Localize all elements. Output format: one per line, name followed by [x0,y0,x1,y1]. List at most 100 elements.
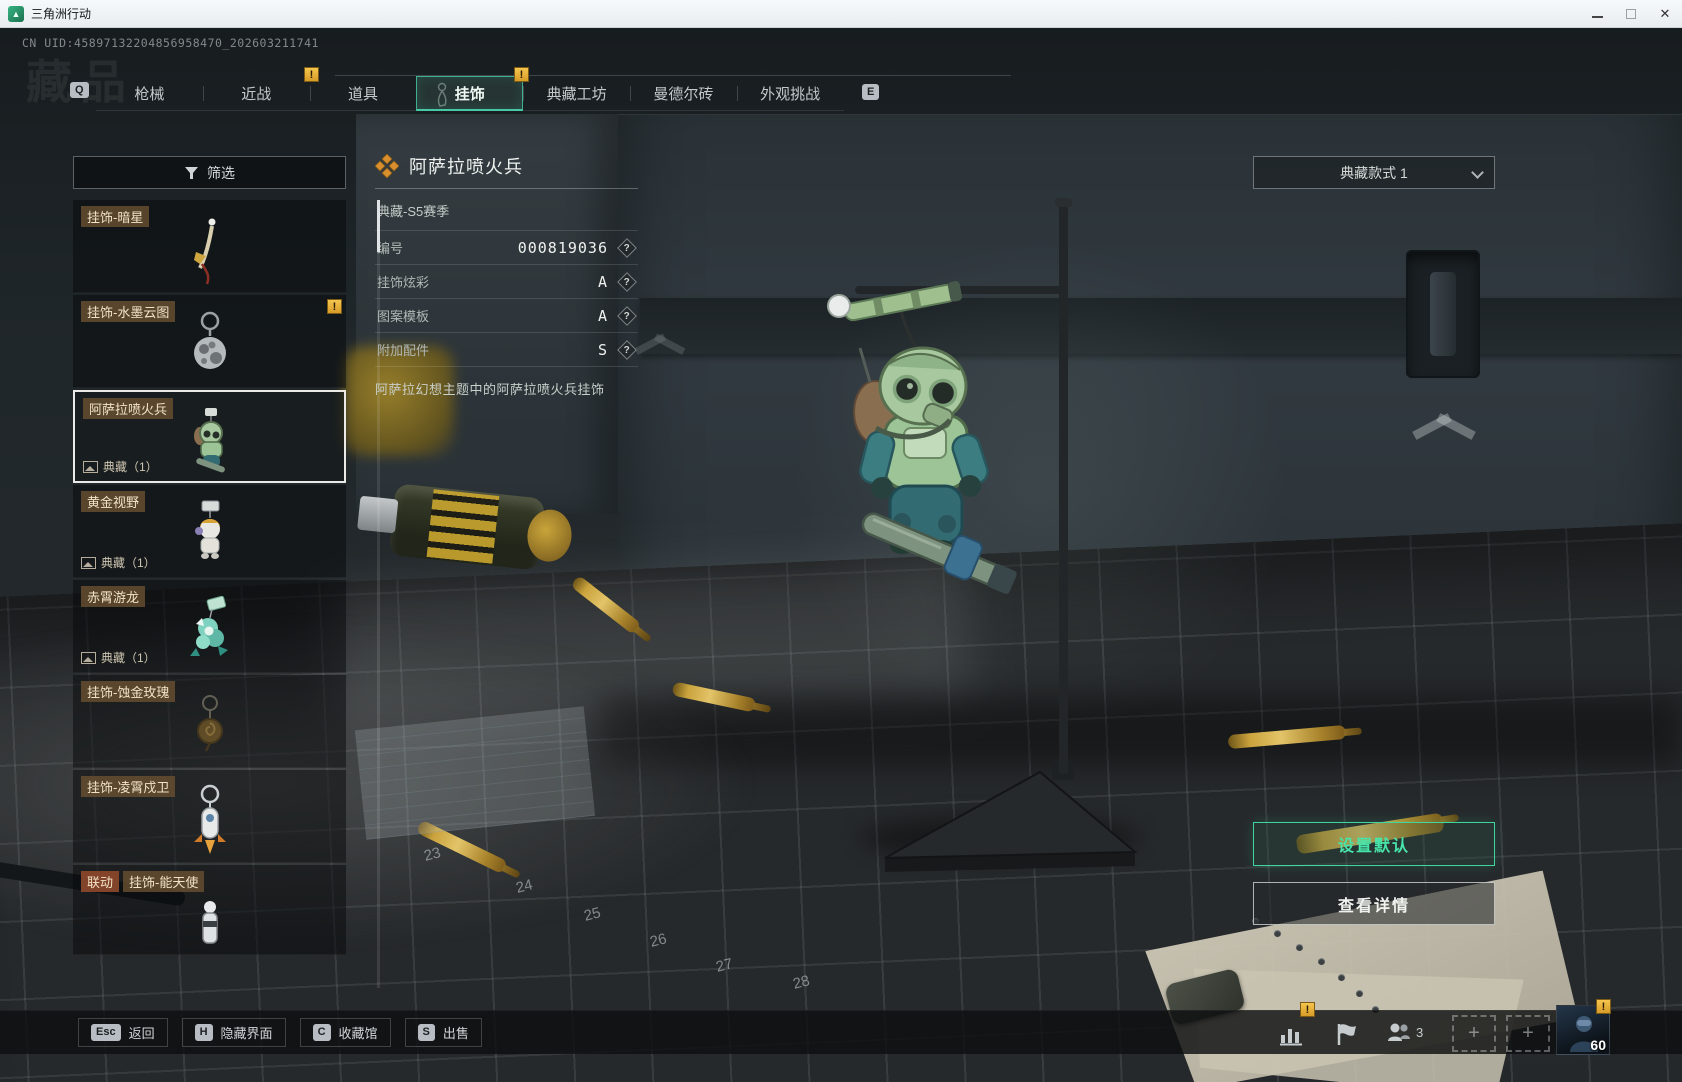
mat-number: 26 [648,930,669,951]
maximize-icon [1626,8,1636,19]
tab-weapons[interactable]: 枪械 [96,76,203,111]
charm-thumbnail [193,311,226,369]
season-label: 典藏-S5赛季 [375,189,638,231]
filter-button[interactable]: 筛选 [73,156,346,189]
alert-badge: ! [1596,999,1611,1014]
back-hint[interactable]: Esc 返回 [78,1018,168,1047]
sell-hint[interactable]: S 出售 [404,1018,482,1047]
charm-thumbnail [193,784,226,854]
tab-appearance-challenge[interactable]: 外观挑战 [736,76,844,111]
collection-style-dropdown[interactable]: 典藏款式 1 [1253,156,1495,189]
alert-badge: ! [514,67,529,82]
bullet-graphic [671,681,757,713]
maximize-button[interactable] [1614,0,1648,27]
bullet-graphic [570,574,642,636]
minimize-icon [1591,15,1603,18]
player-level: 60 [1590,1037,1606,1053]
tab-melee[interactable]: 近战 [202,76,310,111]
collection-grade-icon [375,154,399,178]
bullet-graphic [1227,724,1347,750]
help-icon[interactable]: ? [617,305,637,326]
crate-right-graphic [618,114,1682,762]
charm-thumbnail [194,500,220,559]
picture-icon [83,460,98,473]
filter-icon [185,166,198,179]
charm-thumbnail [196,695,223,752]
minimize-button[interactable] [1580,0,1614,27]
list-item-dark-star[interactable]: 挂饰-暗星 [73,200,346,293]
people-icon [1388,1023,1410,1041]
bottle-graphic [348,469,575,583]
chevron-down-icon [1471,166,1484,179]
detail-row-serial: 编号 000819036 ? [375,231,638,265]
alert-badge: ! [327,299,342,314]
charm-thumbnail [189,595,228,656]
close-button[interactable]: ✕ [1648,0,1682,27]
charm-list: 挂饰-暗星 挂饰-水墨云图 ! 阿萨拉喷火兵 典藏（1） 黄金视野 典藏（1） … [73,200,346,988]
app-logo-icon: ▲ [8,5,24,22]
tab-mandel-bricks[interactable]: 曼德尔砖 [629,76,737,111]
detail-row-pattern: 图案模板 A ? [375,299,638,333]
category-tabs: 枪械 近战 道具 挂饰 典藏工坊 曼德尔砖 外观挑战 [96,76,844,111]
crate-chevron-mark [1412,410,1476,440]
bottom-bar: Esc 返回 H 隐藏界面 C 收藏馆 S 出售 ! 3 + + 60 ! [0,999,1682,1055]
list-item-crimson-dragon[interactable]: 赤霄游龙 典藏（1） [73,580,346,673]
tab-prev-key-hint: Q [70,82,89,99]
list-item-golden-vision[interactable]: 黄金视野 典藏（1） [73,485,346,578]
sidebar-scrollbar-thumb[interactable] [377,200,380,252]
flag-icon[interactable] [1334,1021,1360,1047]
picture-icon [81,556,96,569]
alert-badge: ! [1300,1002,1315,1017]
window-title: 三角洲行动 [31,7,92,21]
mat-number: 24 [514,876,535,897]
mat-number: 28 [791,972,812,993]
set-default-button[interactable]: 设置默认 [1253,822,1495,866]
key-hints: Esc 返回 H 隐藏界面 C 收藏馆 S 出售 [78,1018,482,1047]
charm-icon [438,82,447,107]
game-viewport: 23 24 25 26 27 28 CN UID:458971322048569… [0,28,1682,1082]
list-item-gilded-rose[interactable]: 挂饰-蚀金玫瑰 [73,675,346,768]
social-count: 3 [1416,1024,1424,1040]
tab-collection-workshop[interactable]: 典藏工坊 [523,76,630,111]
hide-ui-hint[interactable]: H 隐藏界面 [181,1018,286,1047]
list-item-asala-flametrooper-selected[interactable]: 阿萨拉喷火兵 典藏（1） [73,390,346,483]
collection-badge: 典藏（1） [81,649,156,666]
alert-badge: ! [304,67,319,82]
mat-number: 23 [422,844,443,865]
charm-thumbnail [193,218,215,285]
social-button[interactable]: 3 [1386,1019,1423,1045]
tab-items[interactable]: 道具 [309,76,417,111]
empty-slot[interactable]: + [1452,1015,1496,1052]
charm-detail-panel: 阿萨拉喷火兵 典藏-S5赛季 编号 000819036 ? 挂饰炫彩 A ? 图… [375,148,638,398]
collection-badge: 典藏（1） [81,554,156,571]
list-item-exusiai[interactable]: 联动 挂饰-能天使 [73,865,346,955]
title-bar: ▲ 三角洲行动 ✕ [0,0,1682,28]
blueprint-paper-graphic [354,706,596,840]
tab-next-key-hint: E [862,84,880,101]
mat-number: 25 [582,904,603,925]
collection-badge: 典藏（1） [83,458,158,475]
charm-thumbnail [193,408,225,473]
view-details-button[interactable]: 查看详情 [1253,882,1495,925]
charm-description: 阿萨拉幻想主题中的阿萨拉喷火兵挂饰 [375,382,605,397]
help-icon[interactable]: ? [617,271,637,292]
list-item-lingxiao-guard[interactable]: 挂饰-凌霄戍卫 [73,770,346,863]
tab-charms[interactable]: 挂饰 [416,76,524,111]
collab-tag: 联动 [81,871,120,892]
list-item-ink-cloud[interactable]: 挂饰-水墨云图 ! [73,295,346,388]
crate-latch-graphic [1406,250,1480,378]
mat-number: 27 [714,955,735,976]
help-icon[interactable]: ? [617,339,637,360]
uid-text: CN UID:45897132204856958470_202603211741 [22,36,319,50]
charm-thumbnail [201,901,218,944]
picture-icon [81,651,96,664]
charm-title: 阿萨拉喷火兵 [409,157,523,177]
detail-row-colorway: 挂饰炫彩 A ? [375,265,638,299]
empty-slot[interactable]: + [1506,1015,1550,1052]
detail-row-accessory: 附加配件 S ? [375,333,638,367]
charm-display-stand [827,198,1138,872]
stats-icon[interactable] [1278,1021,1304,1047]
gallery-hint[interactable]: C 收藏馆 [299,1018,391,1047]
game-window: ▲ 三角洲行动 ✕ 23 24 25 26 27 28 CN UID:45897… [0,0,1682,1082]
help-icon[interactable]: ? [617,237,637,258]
